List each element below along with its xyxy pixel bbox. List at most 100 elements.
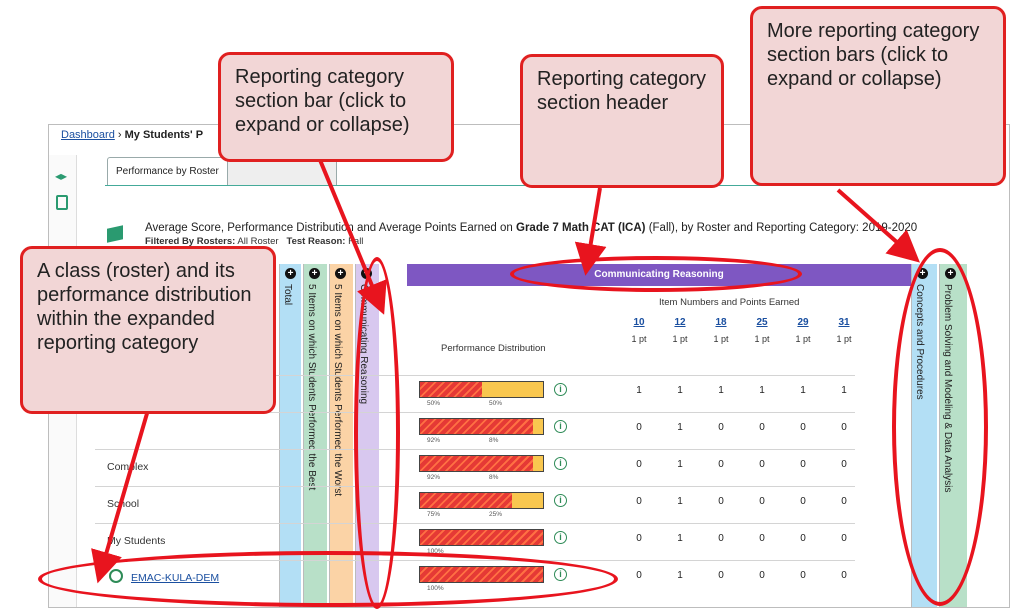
callout-section-header: Reporting category section header [520, 54, 724, 188]
callout-section-bar: Reporting category section bar (click to… [218, 52, 454, 162]
points-earned-cell: 0 [636, 422, 642, 433]
points-earned-cell: 0 [718, 459, 724, 470]
item-column-header[interactable]: 10 1 pt [624, 317, 654, 344]
points-earned-cell: 1 [677, 570, 683, 581]
performance-distribution-bar [419, 418, 544, 435]
info-icon[interactable]: i [554, 494, 567, 507]
item-column-header[interactable]: 25 1 pt [747, 317, 777, 344]
item-points: 1 pt [713, 334, 729, 344]
points-earned-cell: 0 [636, 459, 642, 470]
reason-label: Test Reason: [286, 236, 346, 247]
near-standard-segment [512, 493, 543, 508]
points-earned-cell: 0 [718, 496, 724, 507]
tab-performance-by-roster[interactable]: Performance by Roster [107, 157, 228, 185]
item-number-link[interactable]: 12 [665, 317, 695, 328]
near-standard-segment [533, 456, 543, 471]
points-earned-cell: 0 [636, 496, 642, 507]
points-earned-cell: 1 [677, 496, 683, 507]
points-earned-cell: 0 [800, 496, 806, 507]
item-column-header[interactable]: 18 1 pt [706, 317, 736, 344]
percent-label: 25% [489, 511, 503, 518]
table-row-label: School [107, 498, 140, 510]
item-column-header[interactable]: 31 1 pt [829, 317, 859, 344]
points-earned-cell: 1 [759, 385, 765, 396]
item-number-link[interactable]: 31 [829, 317, 859, 328]
points-earned-cell: 0 [800, 459, 806, 470]
percent-label: 50% [427, 400, 441, 407]
percent-label: 8% [489, 474, 499, 481]
row-divider [95, 523, 855, 524]
points-earned-cell: 1 [677, 422, 683, 433]
points-earned-cell: 0 [800, 422, 806, 433]
percent-label: 50% [489, 400, 503, 407]
points-earned-cell: 0 [718, 422, 724, 433]
table-row-label: My Students [107, 535, 166, 547]
points-earned-cell: 1 [718, 385, 724, 396]
best-items-label: 5 Items on which Students Performed the … [306, 284, 317, 491]
below-standard-segment [420, 456, 534, 471]
item-number-link[interactable]: 10 [624, 317, 654, 328]
below-standard-segment [420, 382, 482, 397]
callout-class-roster: A class (roster) and its performance dis… [20, 246, 276, 414]
percent-label: 92% [427, 437, 441, 444]
performance-distribution-heading: Performance Distribution [441, 343, 546, 354]
info-icon[interactable]: i [554, 383, 567, 396]
points-earned-cell: 0 [759, 570, 765, 581]
percent-label: 92% [427, 474, 441, 481]
item-number-link[interactable]: 25 [747, 317, 777, 328]
item-number-link[interactable]: 18 [706, 317, 736, 328]
report-title-prefix: Average Score, Performance Distribution … [145, 222, 516, 234]
oval-class-roster [38, 551, 618, 607]
info-icon[interactable]: i [554, 531, 567, 544]
performance-distribution-bar [419, 381, 544, 398]
breadcrumb-dashboard-link[interactable]: Dashboard [61, 129, 115, 141]
expand-panel-icon[interactable]: ◂▸ [55, 169, 67, 183]
item-points: 1 pt [672, 334, 688, 344]
percent-label: 75% [427, 511, 441, 518]
expand-plus-icon[interactable]: + [309, 268, 320, 279]
points-earned-cell: 1 [677, 459, 683, 470]
expand-plus-icon[interactable]: + [335, 268, 346, 279]
item-column-header[interactable]: 29 1 pt [788, 317, 818, 344]
points-earned-cell: 1 [841, 385, 847, 396]
breadcrumb-current: My Students' P [124, 129, 204, 141]
points-earned-cell: 0 [718, 533, 724, 544]
points-earned-cell: 0 [636, 570, 642, 581]
reason-value: Fall [348, 236, 364, 247]
item-points: 1 pt [836, 334, 852, 344]
worst-items-label: 5 Items on which Students Performed the … [332, 284, 343, 497]
points-earned-cell: 1 [677, 385, 683, 396]
points-earned-cell: 0 [759, 459, 765, 470]
items-heading: Item Numbers and Points Earned [659, 297, 800, 308]
points-earned-cell: 0 [841, 459, 847, 470]
info-icon[interactable]: i [554, 457, 567, 470]
points-earned-cell: 0 [841, 570, 847, 581]
points-earned-cell: 0 [841, 533, 847, 544]
near-standard-segment [533, 419, 543, 434]
clipboard-icon[interactable] [56, 195, 68, 210]
info-icon[interactable]: i [554, 420, 567, 433]
points-earned-cell: 1 [800, 385, 806, 396]
performance-distribution-bar [419, 492, 544, 509]
report-title-suffix: (Fall), by Roster and Reporting Category… [645, 222, 918, 234]
item-column-header[interactable]: 12 1 pt [665, 317, 695, 344]
below-standard-segment [420, 530, 543, 545]
below-standard-segment [420, 419, 534, 434]
table-row-label: Complex [107, 461, 149, 473]
report-cube-icon [107, 225, 123, 243]
points-earned-cell: 0 [800, 570, 806, 581]
points-earned-cell: 0 [759, 496, 765, 507]
oval-more-bars [892, 248, 988, 606]
points-earned-cell: 0 [636, 533, 642, 544]
report-title: Average Score, Performance Distribution … [145, 222, 917, 234]
breadcrumb-separator: › [117, 129, 122, 141]
points-earned-cell: 0 [841, 496, 847, 507]
report-title-test: Grade 7 Math CAT (ICA) [516, 222, 646, 234]
performance-distribution-bar [419, 455, 544, 472]
expand-plus-icon[interactable]: + [285, 268, 296, 279]
callout-more-bars: More reporting category section bars (cl… [750, 6, 1006, 186]
item-number-link[interactable]: 29 [788, 317, 818, 328]
points-earned-cell: 0 [759, 533, 765, 544]
points-earned-cell: 1 [677, 533, 683, 544]
total-label: Total [282, 284, 293, 306]
